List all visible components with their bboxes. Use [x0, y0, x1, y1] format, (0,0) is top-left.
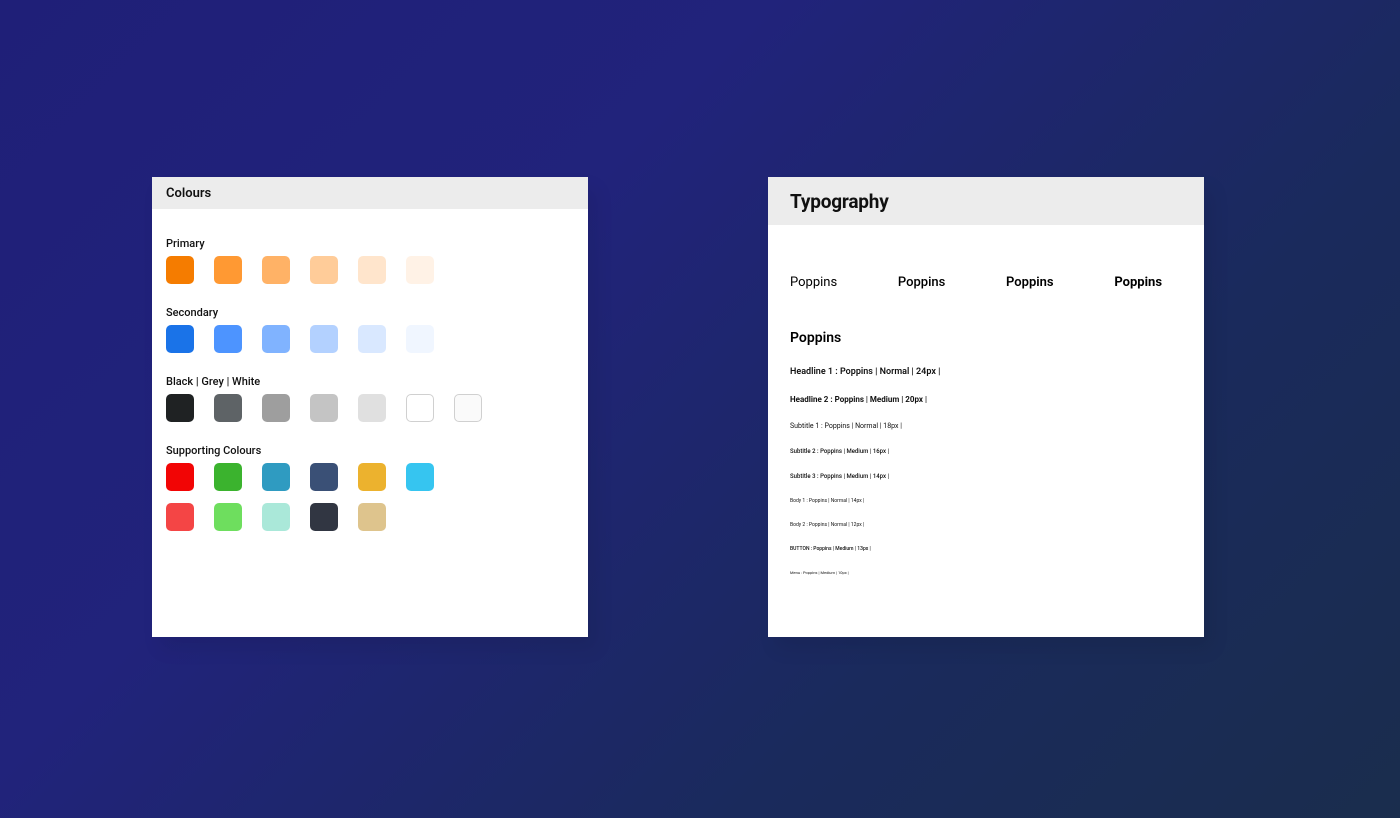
- colour-swatch: [406, 256, 434, 284]
- colour-group: Supporting Colours: [166, 444, 574, 531]
- typography-card-body: Poppins Poppins Poppins Poppins Poppins Hea…: [768, 225, 1204, 575]
- colour-swatch: [358, 394, 386, 422]
- colours-card: Colours Primary Secondary Black | Grey | W…: [152, 177, 588, 637]
- font-weight-sample: Poppins: [1006, 275, 1054, 290]
- colour-swatch: [262, 256, 290, 284]
- font-weight-row: Poppins Poppins Poppins Poppins: [790, 275, 1162, 290]
- colour-swatch: [358, 463, 386, 491]
- swatch-row: [166, 256, 574, 284]
- type-spec-line: Body 1 : Poppins | Normal | 14px |: [790, 499, 1182, 504]
- colour-swatch: [406, 394, 434, 422]
- colour-swatch: [262, 463, 290, 491]
- colours-card-title: Colours: [166, 186, 211, 201]
- typography-card-header: Typography: [768, 177, 1204, 225]
- colour-swatch: [214, 463, 242, 491]
- colour-swatch: [310, 394, 338, 422]
- colour-group-label: Black | Grey | White: [166, 375, 574, 388]
- typography-card-title: Typography: [790, 190, 889, 213]
- font-weight-sample: Poppins: [898, 275, 945, 290]
- type-spec-list: Headline 1 : Poppins | Normal | 24px | He…: [790, 368, 1182, 575]
- swatch-row: [166, 463, 574, 491]
- colour-group: Black | Grey | White: [166, 375, 574, 422]
- swatch-row: [166, 325, 574, 353]
- colour-swatch: [214, 325, 242, 353]
- type-spec-line: Menu : Poppins | Medium | 10px |: [790, 571, 1182, 575]
- colour-swatch: [166, 325, 194, 353]
- colour-swatch: [310, 325, 338, 353]
- colour-swatch: [262, 325, 290, 353]
- type-spec-line: Headline 2 : Poppins | Medium | 20px |: [790, 396, 1182, 404]
- colour-swatch: [166, 503, 194, 531]
- colour-swatch: [310, 256, 338, 284]
- colour-swatch: [454, 394, 482, 422]
- font-weight-sample: Poppins: [1114, 275, 1162, 290]
- colour-swatch: [310, 503, 338, 531]
- colour-swatch: [214, 503, 242, 531]
- colour-swatch: [406, 325, 434, 353]
- colour-swatch: [406, 463, 434, 491]
- type-spec-line: Subtitle 1 : Poppins | Normal | 18px |: [790, 423, 1182, 430]
- colour-group-label: Secondary: [166, 306, 574, 319]
- colour-swatch: [166, 256, 194, 284]
- colours-card-body: Primary Secondary Black | Grey | White Supp…: [152, 209, 588, 531]
- typography-card: Typography Poppins Poppins Poppins Poppins …: [768, 177, 1204, 637]
- colour-swatch: [166, 463, 194, 491]
- colour-swatch: [262, 503, 290, 531]
- colour-swatch: [358, 503, 386, 531]
- colour-swatch: [310, 463, 338, 491]
- colour-swatch: [358, 256, 386, 284]
- font-weight-sample: Poppins: [790, 275, 837, 290]
- swatch-row: [166, 394, 574, 422]
- colour-swatch: [214, 394, 242, 422]
- type-spec-line: BUTTON : Poppins | Medium | 13px |: [790, 547, 1182, 552]
- colour-swatch: [358, 325, 386, 353]
- colour-group-label: Primary: [166, 237, 574, 250]
- colour-swatch: [214, 256, 242, 284]
- colour-swatch: [262, 394, 290, 422]
- colour-group: Secondary: [166, 306, 574, 353]
- type-spec-line: Headline 1 : Poppins | Normal | 24px |: [790, 368, 1182, 377]
- colour-group-label: Supporting Colours: [166, 444, 574, 457]
- type-spec-line: Subtitle 2 : Poppins | Medium | 16px |: [790, 449, 1182, 455]
- swatch-row: [166, 503, 574, 531]
- type-spec-line: Subtitle 3 : Poppins | Medium | 14px |: [790, 474, 1182, 480]
- font-family-name: Poppins: [790, 330, 1182, 346]
- colours-card-header: Colours: [152, 177, 588, 209]
- colour-group: Primary: [166, 237, 574, 284]
- colour-swatch: [166, 394, 194, 422]
- type-spec-line: Body 2 : Poppins | Normal | 12px |: [790, 523, 1182, 528]
